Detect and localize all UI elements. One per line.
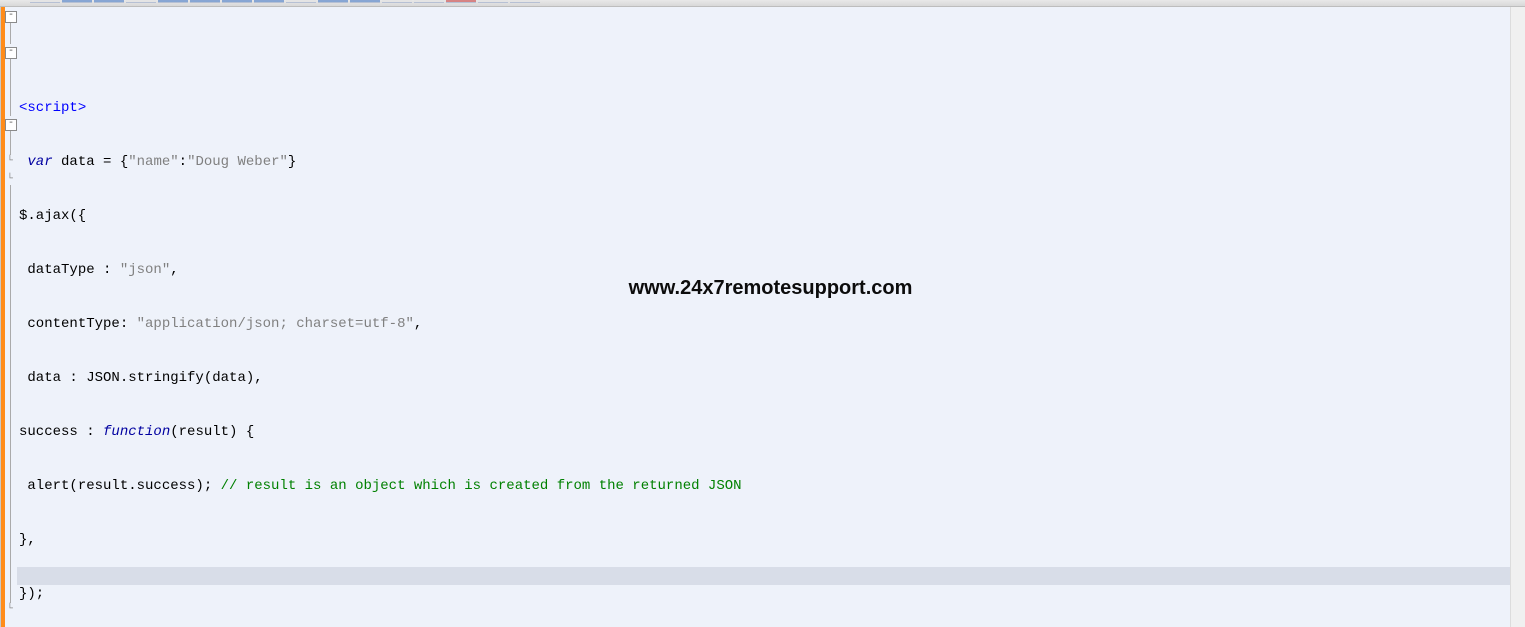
- code-token-tag: >: [78, 100, 86, 116]
- toolbar-button[interactable]: [254, 0, 284, 3]
- toolbar-button[interactable]: [286, 0, 316, 3]
- code-token-comment: // result is an object which is created …: [221, 478, 742, 494]
- code-line[interactable]: data : JSON.stringify(data),: [17, 369, 1524, 387]
- code-token-string: "name": [128, 154, 178, 170]
- editor-toolbar: [0, 0, 1525, 7]
- code-token-string: "Doug Weber": [187, 154, 288, 170]
- toolbar-button[interactable]: [510, 0, 540, 3]
- code-line[interactable]: $.ajax({: [17, 207, 1524, 225]
- toolbar-button[interactable]: [414, 0, 444, 3]
- code-line[interactable]: contentType: "application/json; charset=…: [17, 315, 1524, 333]
- toolbar-button[interactable]: [190, 0, 220, 3]
- vertical-scrollbar[interactable]: [1510, 7, 1525, 627]
- code-line[interactable]: <script>: [17, 99, 1524, 117]
- fold-end-marker: └: [5, 157, 15, 167]
- toolbar-button-record[interactable]: [446, 0, 476, 3]
- fold-toggle-script[interactable]: -: [5, 11, 17, 23]
- code-editor[interactable]: <script> var data = {"name":"Doug Weber"…: [17, 7, 1524, 627]
- toolbar-button[interactable]: [94, 0, 124, 3]
- toolbar-button[interactable]: [382, 0, 412, 3]
- toolbar-button[interactable]: [30, 0, 60, 3]
- fold-toggle-success[interactable]: -: [5, 119, 17, 131]
- fold-gutter: - - - └ └ └: [5, 7, 17, 627]
- fold-guide: [10, 23, 11, 44]
- toolbar-button[interactable]: [478, 0, 508, 3]
- toolbar-buttons: [0, 0, 540, 3]
- fold-guide: [10, 185, 11, 603]
- code-line[interactable]: });: [17, 585, 1524, 603]
- toolbar-button[interactable]: [158, 0, 188, 3]
- toolbar-button[interactable]: [318, 0, 348, 3]
- code-token-keyword: function: [103, 424, 170, 440]
- code-token-keyword: var: [27, 154, 52, 170]
- code-line[interactable]: dataType : "json",: [17, 261, 1524, 279]
- fold-guide: [10, 131, 11, 155]
- code-token-string: "json": [120, 262, 170, 278]
- toolbar-button[interactable]: [126, 0, 156, 3]
- code-line[interactable]: var data = {"name":"Doug Weber"}: [17, 153, 1524, 171]
- code-line[interactable]: alert(result.success); // result is an o…: [17, 477, 1524, 495]
- code-token-tag: script: [27, 100, 77, 116]
- code-line[interactable]: },: [17, 531, 1524, 549]
- code-token-string: "application/json; charset=utf-8": [137, 316, 414, 332]
- toolbar-button[interactable]: [350, 0, 380, 3]
- editor-body: - - - └ └ └ <script> var data = {"name":…: [0, 7, 1525, 627]
- fold-end-marker: └: [5, 605, 15, 615]
- fold-end-marker: └: [5, 175, 15, 185]
- toolbar-button[interactable]: [222, 0, 252, 3]
- fold-guide: [10, 59, 11, 116]
- fold-toggle-ajax[interactable]: -: [5, 47, 17, 59]
- toolbar-button[interactable]: [62, 0, 92, 3]
- code-line[interactable]: success : function(result) {: [17, 423, 1524, 441]
